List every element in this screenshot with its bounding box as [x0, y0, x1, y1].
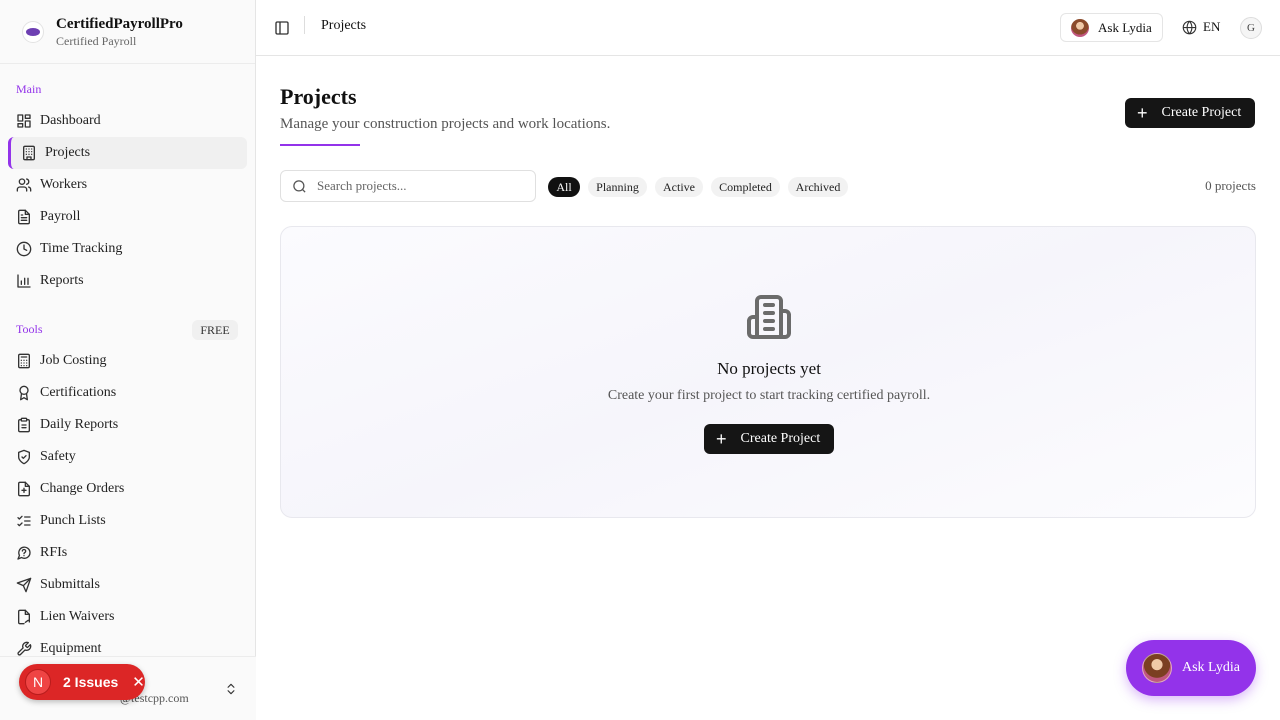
plus-icon: + [716, 429, 727, 449]
sidebar-item-label: Payroll [40, 209, 81, 224]
empty-title: No projects yet [717, 359, 821, 378]
filter-archived[interactable]: Archived [788, 177, 848, 197]
file-text-icon [16, 209, 32, 225]
filter-active[interactable]: Active [655, 177, 703, 197]
sidebar-item-change-orders[interactable]: Change Orders [8, 473, 247, 505]
sidebar-item-workers[interactable]: Workers [8, 169, 247, 201]
filter-all[interactable]: All [548, 177, 580, 197]
avatar[interactable]: G [1240, 17, 1262, 39]
filter-planning[interactable]: Planning [588, 177, 647, 197]
sidebar-toggle-icon[interactable] [274, 20, 290, 36]
empty-description: Create your first project to start track… [607, 388, 931, 403]
sidebar-item-lien-waivers[interactable]: Lien Waivers [8, 601, 247, 633]
sidebar-item-label: Reports [40, 273, 84, 288]
empty-create-label: Create Project [740, 431, 821, 446]
issues-label: 2 Issues [63, 674, 119, 690]
sidebar-item-label: Equipment [40, 641, 102, 656]
sidebar-item-payroll[interactable]: Payroll [8, 201, 247, 233]
sidebar-item-submittals[interactable]: Submittals [8, 569, 247, 601]
issues-badge[interactable]: N 2 Issues ✕ [19, 664, 145, 700]
send-icon [16, 577, 32, 593]
title-underline [280, 144, 360, 146]
list-checks-icon [16, 513, 32, 529]
sidebar-item-label: Workers [40, 177, 88, 192]
shield-icon [16, 449, 32, 465]
sidebar-item-label: Job Costing [40, 353, 107, 368]
sidebar-item-reports[interactable]: Reports [8, 265, 247, 297]
sidebar-item-label: Projects [45, 145, 91, 160]
tools-free-badge: FREE [192, 320, 238, 340]
ask-lydia-fab-label: Ask Lydia [1182, 660, 1240, 675]
issues-initial: N [25, 669, 51, 695]
building-icon [745, 293, 793, 341]
section-label-main: Main [16, 82, 42, 96]
calculator-icon [16, 353, 32, 369]
ask-lydia-button[interactable]: Ask Lydia [1060, 13, 1163, 42]
breadcrumb: Projects [321, 18, 367, 33]
brand[interactable]: CertifiedPayrollPro Certified Payroll [0, 0, 255, 64]
users-icon [16, 177, 32, 193]
topbar: Projects Ask Lydia EN G [256, 0, 1280, 56]
empty-create-project-button[interactable]: + Create Project [704, 424, 834, 454]
sidebar-item-job-costing[interactable]: Job Costing [8, 345, 247, 377]
sidebar-item-punch-lists[interactable]: Punch Lists [8, 505, 247, 537]
sidebar-item-daily-reports[interactable]: Daily Reports [8, 409, 247, 441]
create-project-label: Create Project [1161, 105, 1242, 120]
file-signature-icon [16, 609, 32, 625]
section-label-tools: Tools [16, 322, 43, 336]
sidebar-item-label: Dashboard [40, 113, 101, 128]
wrench-icon [16, 641, 32, 657]
sidebar-item-label: Safety [40, 449, 76, 464]
filter-completed[interactable]: Completed [711, 177, 780, 197]
lydia-avatar [1142, 653, 1172, 683]
lydia-avatar [1071, 18, 1089, 37]
sidebar-item-projects[interactable]: Projects [8, 137, 247, 169]
page-description: Manage your construction projects and wo… [280, 116, 611, 132]
help-circle-icon [16, 545, 32, 561]
project-count: 0 projects [1205, 178, 1256, 193]
sidebar-item-time-tracking[interactable]: Time Tracking [8, 233, 247, 265]
globe-icon [1182, 20, 1197, 34]
clock-icon [16, 241, 32, 257]
brand-name: CertifiedPayrollPro [56, 15, 183, 32]
plus-icon: + [1137, 103, 1148, 123]
ask-lydia-label: Ask Lydia [1098, 19, 1152, 35]
clipboard-icon [16, 417, 32, 433]
building-icon [21, 145, 37, 161]
language-selector[interactable]: EN [1182, 19, 1220, 35]
sidebar-item-certifications[interactable]: Certifications [8, 377, 247, 409]
sidebar-item-label: Submittals [40, 577, 100, 592]
award-icon [16, 385, 32, 401]
sidebar-item-safety[interactable]: Safety [8, 441, 247, 473]
bar-chart-icon [16, 273, 32, 289]
topbar-divider [304, 16, 305, 34]
sidebar-item-label: Punch Lists [40, 513, 106, 528]
sidebar-item-label: RFIs [40, 545, 68, 560]
close-icon[interactable]: ✕ [132, 673, 145, 691]
brand-logo-icon [22, 20, 44, 43]
sidebar-item-label: Change Orders [40, 481, 125, 496]
ask-lydia-fab[interactable]: Ask Lydia [1126, 640, 1256, 696]
page-title: Projects [280, 84, 357, 109]
sidebar-item-rfis[interactable]: RFIs [8, 537, 247, 569]
sidebar-item-label: Lien Waivers [40, 609, 115, 624]
search-input[interactable] [317, 178, 517, 194]
brand-subtitle: Certified Payroll [56, 33, 137, 48]
chevrons-up-down-icon[interactable] [224, 681, 238, 697]
sidebar-item-label: Time Tracking [40, 241, 123, 256]
empty-state: No projects yet Create your first projec… [280, 226, 1256, 518]
search-icon [293, 179, 306, 193]
sidebar: CertifiedPayrollPro Certified Payroll Ma… [0, 0, 256, 720]
dashboard-icon [16, 113, 32, 129]
sidebar-item-label: Daily Reports [40, 417, 119, 432]
create-project-button[interactable]: + Create Project [1125, 98, 1255, 128]
file-diff-icon [16, 481, 32, 497]
language-label: EN [1203, 19, 1221, 34]
sidebar-item-label: Certifications [40, 385, 117, 400]
sidebar-item-dashboard[interactable]: Dashboard [8, 105, 247, 137]
search-field[interactable] [280, 170, 536, 202]
